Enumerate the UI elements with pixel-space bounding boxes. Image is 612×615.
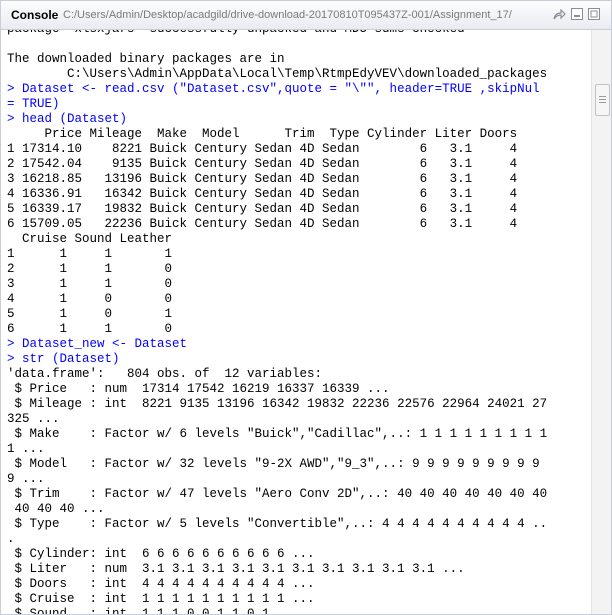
console-input-line: = TRUE)	[7, 97, 60, 111]
console-output-line: 1 ...	[7, 442, 45, 456]
console-output-line: $ Cylinder: int 6 6 6 6 6 6 6 6 6 6 ...	[7, 547, 315, 561]
console-output-line: package 'xlsxjars' successfully unpacked…	[7, 30, 465, 37]
console-output-line: $ Cruise : int 1 1 1 1 1 1 1 1 1 1 ...	[7, 592, 315, 606]
console-input-line: > str (Dataset)	[7, 352, 120, 366]
console-output-line: 3 1 1 0	[7, 277, 173, 291]
console-input-line: > head (Dataset)	[7, 112, 128, 126]
console-input-line: > Dataset_new <- Dataset	[7, 337, 188, 351]
console-output-line: 6 1 1 0	[7, 322, 173, 336]
console-output-line: $ Liter : num 3.1 3.1 3.1 3.1 3.1 3.1 3.…	[7, 562, 465, 576]
console-output-line: 2 17542.04 9135 Buick Century Sedan 4D S…	[7, 157, 518, 171]
minimize-icon[interactable]	[570, 7, 584, 21]
console-output-line: The downloaded binary packages are in	[7, 52, 285, 66]
console-tab[interactable]: Console	[11, 8, 58, 22]
console-output-line: 5 16339.17 19832 Buick Century Sedan 4D …	[7, 202, 518, 216]
console-output-line: $ Price : num 17314 17542 16219 16337 16…	[7, 382, 390, 396]
console-output-line: 9 ...	[7, 472, 45, 486]
console-output-line: 325 ...	[7, 412, 60, 426]
console-output-line: 1 1 1 1	[7, 247, 173, 261]
vertical-scrollbar[interactable]	[591, 30, 611, 614]
console-output-line: $ Trim : Factor w/ 47 levels "Aero Conv …	[7, 487, 548, 501]
maximize-icon[interactable]	[587, 7, 601, 21]
console-output-line: .	[7, 532, 15, 546]
console-output-line: 40 40 40 ...	[7, 502, 105, 516]
scrollbar-grip	[599, 99, 606, 100]
console-output-line: 3 16218.85 13196 Buick Century Sedan 4D …	[7, 172, 518, 186]
console-output-line: Cruise Sound Leather	[7, 232, 173, 246]
console-output-line: $ Doors : int 4 4 4 4 4 4 4 4 4 4 ...	[7, 577, 315, 591]
console-output-line: 1 17314.10 8221 Buick Century Sedan 4D S…	[7, 142, 518, 156]
go-to-directory-icon[interactable]	[552, 7, 566, 21]
console-pane: Console C:/Users/Admin/Desktop/acadgild/…	[0, 0, 612, 615]
console-header: Console C:/Users/Admin/Desktop/acadgild/…	[1, 1, 611, 30]
console-output[interactable]: package 'xlsxjars' successfully unpacked…	[1, 30, 591, 614]
console-output-line: C:\Users\Admin\AppData\Local\Temp\RtmpEd…	[7, 67, 548, 81]
console-output-line: Price Mileage Make Model Trim Type Cylin…	[7, 127, 518, 141]
console-output-line: $ Mileage : int 8221 9135 13196 16342 19…	[7, 397, 548, 411]
console-output-line: $ Sound : int 1 1 1 0 0 1 1 0 1 ...	[7, 607, 300, 614]
console-output-line: 5 1 0 1	[7, 307, 173, 321]
console-output-line: $ Model : Factor w/ 32 levels "9-2X AWD"…	[7, 457, 540, 471]
scrollbar-grip	[599, 102, 606, 103]
console-output-line: $ Make : Factor w/ 6 levels "Buick","Cad…	[7, 427, 548, 441]
console-input-line: > Dataset <- read.csv ("Dataset.csv",quo…	[7, 82, 540, 96]
console-output-line: 'data.frame': 804 obs. of 12 variables:	[7, 367, 323, 381]
console-output-line: 6 15709.05 22236 Buick Century Sedan 4D …	[7, 217, 518, 231]
console-output-line: $ Type : Factor w/ 5 levels "Convertible…	[7, 517, 548, 531]
scrollbar-thumb[interactable]	[595, 84, 610, 116]
console-output-line: 4 16336.91 16342 Buick Century Sedan 4D …	[7, 187, 518, 201]
scrollbar-grip	[599, 96, 606, 97]
working-directory-path: C:/Users/Admin/Desktop/acadgild/drive-do…	[63, 9, 512, 21]
console-output-line: 2 1 1 0	[7, 262, 173, 276]
console-output-line: 4 1 0 0	[7, 292, 173, 306]
